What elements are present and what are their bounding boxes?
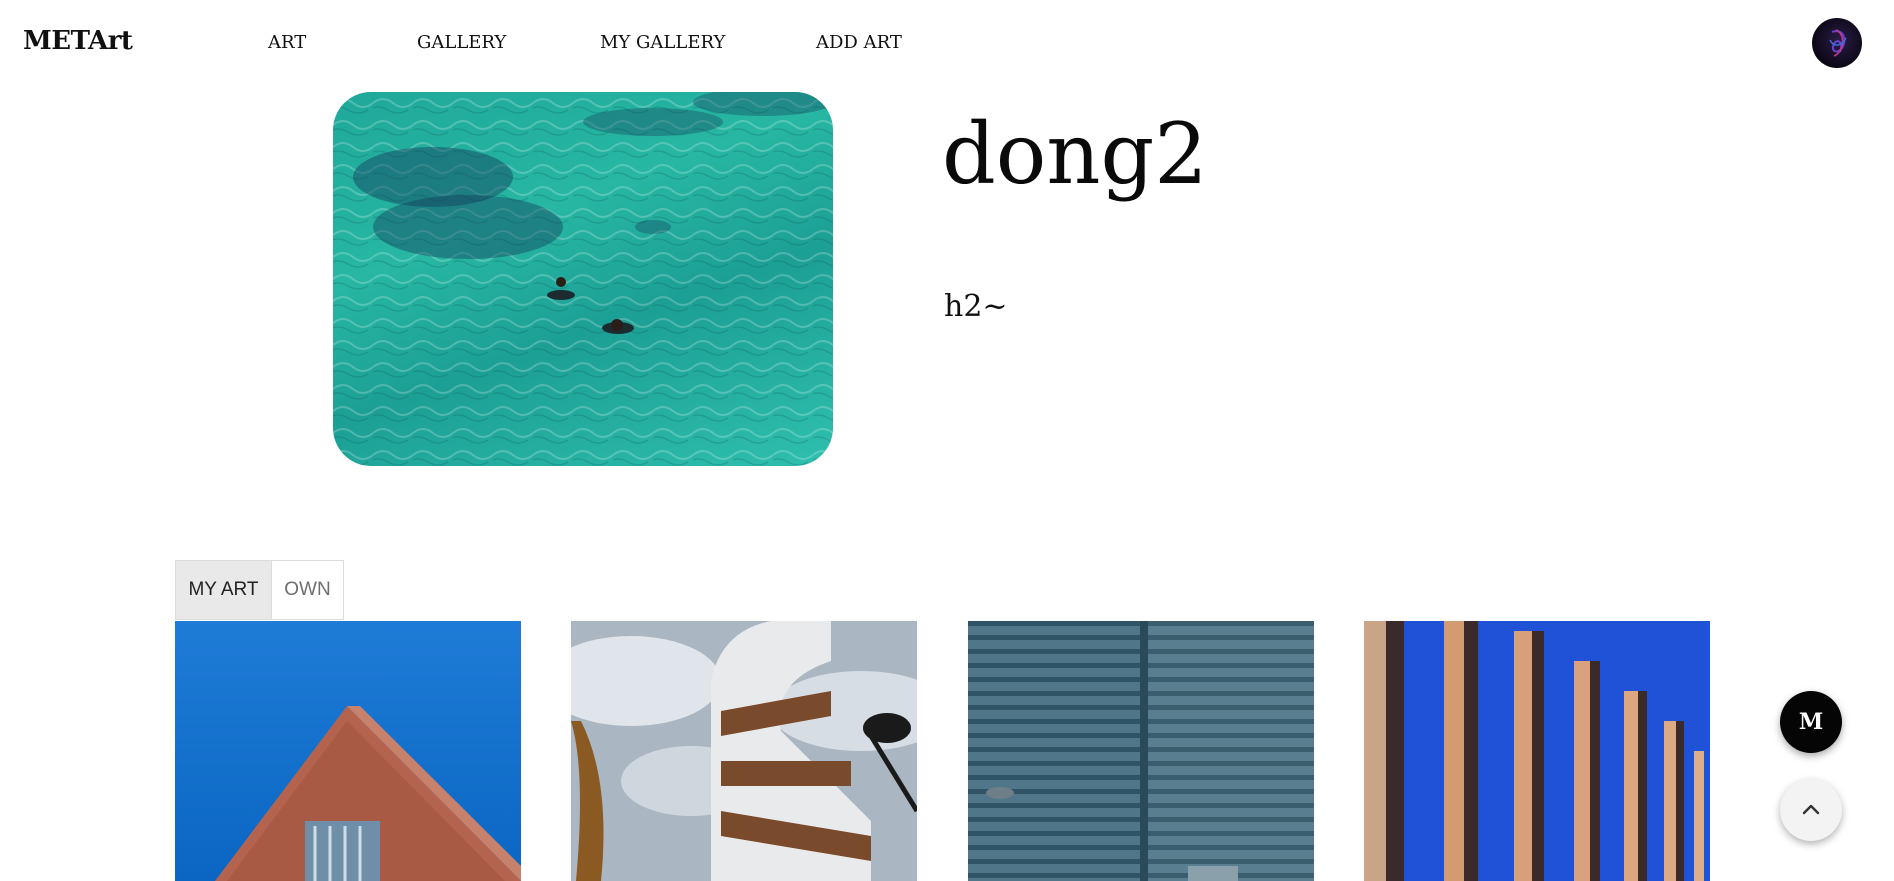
scroll-to-top-button[interactable]: [1780, 779, 1842, 841]
nav-art[interactable]: ART: [268, 32, 306, 53]
profile-image: [333, 92, 833, 466]
nav-add-art[interactable]: ADD ART: [816, 32, 902, 53]
artwork-card-2[interactable]: [571, 621, 917, 881]
nav-my-gallery[interactable]: MY GALLERY: [600, 32, 725, 53]
user-avatar-icon[interactable]: [1812, 18, 1862, 68]
artwork-card-1[interactable]: [175, 621, 521, 881]
profile-bio: h2~: [944, 289, 1008, 324]
m-floating-button[interactable]: M: [1780, 691, 1842, 753]
artwork-card-4[interactable]: [1364, 621, 1710, 881]
tab-own[interactable]: OWN: [271, 560, 344, 620]
profile-username: dong2: [942, 105, 1208, 203]
nav-gallery[interactable]: GALLERY: [417, 32, 506, 53]
top-navbar: METArt ART GALLERY MY GALLERY ADD ART: [0, 0, 1894, 86]
chevron-up-icon: [1801, 801, 1821, 820]
tab-my-art[interactable]: MY ART: [175, 560, 272, 620]
artwork-card-3[interactable]: [968, 621, 1314, 881]
site-logo[interactable]: METArt: [23, 26, 133, 56]
